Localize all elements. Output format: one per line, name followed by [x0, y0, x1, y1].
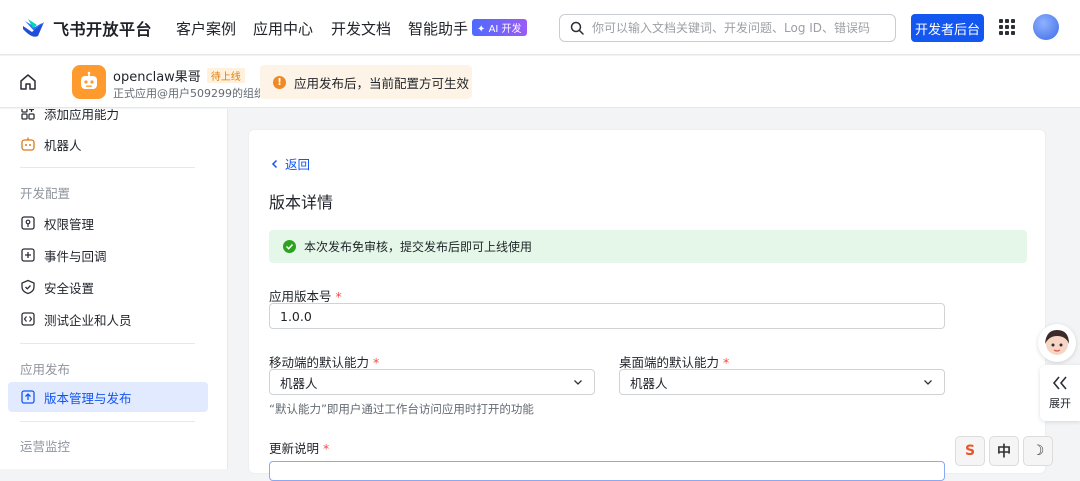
app-avatar[interactable]: [72, 65, 106, 99]
desktop-default-value: 机器人: [630, 375, 668, 391]
code-icon: [20, 311, 36, 327]
sidebar-item-robot[interactable]: 机器人: [8, 129, 208, 159]
default-capability-hint: “默认能力”即用户通过工作台访问应用时打开的功能: [269, 402, 534, 416]
back-link[interactable]: 返回: [269, 154, 310, 173]
sidebar-item-label: 测试企业和人员: [44, 312, 132, 328]
sidebar-item-label: 事件与回调: [44, 248, 107, 264]
check-circle-icon: [283, 240, 296, 253]
publish-notice-text: 应用发布后，当前配置方可生效: [294, 75, 470, 91]
warning-icon: !: [273, 75, 286, 89]
expand-panel-button[interactable]: 展开: [1040, 365, 1080, 421]
sidebar-divider: [20, 167, 195, 168]
sidebar: 添加应用能力 机器人 开发配置 权限管理 事件与回调 安全设置 测试企业和人员 …: [0, 109, 228, 469]
user-avatar[interactable]: [1033, 14, 1059, 40]
back-link-label: 返回: [285, 157, 311, 172]
publish-notice: ! 应用发布后，当前配置方可生效: [260, 65, 472, 99]
moon-icon[interactable]: ☽: [1023, 436, 1053, 466]
sidebar-item-events[interactable]: 事件与回调: [8, 240, 208, 270]
brand-logo[interactable]: 飞书开放平台: [22, 15, 152, 41]
expand-label: 展开: [1049, 397, 1071, 410]
success-banner: 本次发布免审核，提交发布后即可上线使用: [269, 230, 1027, 263]
mobile-default-label-text: 移动端的默认能力: [269, 355, 370, 370]
sidebar-item-security[interactable]: 安全设置: [8, 272, 208, 302]
nav-app-center[interactable]: 应用中心: [253, 18, 313, 39]
robot-icon: [20, 136, 36, 152]
robot-face-icon: [81, 71, 97, 89]
app-organization: 正式应用@用户509299的组织: [113, 87, 265, 100]
assistant-avatar[interactable]: [1038, 324, 1076, 362]
event-icon: [20, 247, 36, 263]
desktop-default-select[interactable]: 机器人: [619, 369, 945, 395]
sogou-ime-icon[interactable]: S: [955, 436, 985, 466]
nav-smart-assistant-label: 智能助手: [408, 20, 469, 38]
version-input-value: 1.0.0: [280, 308, 312, 324]
permission-icon: [20, 215, 36, 231]
sidebar-group-monitoring: 运营监控: [20, 439, 71, 454]
add-capability-icon: [20, 109, 36, 121]
sidebar-item-add-capability[interactable]: 添加应用能力: [8, 109, 208, 128]
mobile-default-select[interactable]: 机器人: [269, 369, 595, 395]
double-chevron-left-icon: [1052, 376, 1067, 390]
ime-toolbar: S 中 ☽: [955, 436, 1053, 466]
search-icon: [570, 21, 584, 35]
app-name[interactable]: openclaw果哥 待上线: [113, 66, 245, 85]
feishu-logo-icon: [23, 19, 44, 37]
search-box[interactable]: [559, 14, 896, 42]
sidebar-item-version-publish[interactable]: 版本管理与发布: [8, 382, 208, 412]
chevron-down-icon: [924, 380, 932, 385]
version-input[interactable]: 1.0.0: [269, 303, 945, 329]
sidebar-item-permissions[interactable]: 权限管理: [8, 208, 208, 238]
required-mark: *: [723, 355, 730, 370]
required-mark: *: [373, 355, 380, 370]
assistant-avatar-icon: [1045, 330, 1069, 355]
chevron-down-icon: [574, 380, 582, 385]
sidebar-item-label: 添加应用能力: [44, 109, 120, 122]
version-field-label-text: 应用版本号: [269, 289, 332, 304]
nav-smart-assistant[interactable]: 智能助手 ✦ AI 开发: [408, 18, 527, 39]
nav-customer-cases[interactable]: 客户案例: [176, 18, 236, 39]
home-icon[interactable]: [19, 73, 37, 91]
page-title: 版本详情: [269, 193, 334, 212]
sidebar-divider: [20, 343, 195, 344]
ime-chinese-mode-button[interactable]: 中: [989, 436, 1019, 466]
required-mark: *: [323, 441, 330, 456]
chevron-left-icon: [271, 159, 278, 168]
sidebar-item-label: 安全设置: [44, 280, 95, 296]
app-name-text: openclaw果哥: [113, 70, 201, 85]
nav-dev-docs[interactable]: 开发文档: [331, 18, 391, 39]
update-notes-textarea[interactable]: [269, 461, 945, 481]
success-banner-text: 本次发布免审核，提交发布后即可上线使用: [304, 240, 533, 254]
upload-icon: [20, 389, 36, 405]
brand-name: 飞书开放平台: [53, 20, 153, 39]
update-notes-label-text: 更新说明: [269, 441, 320, 456]
required-mark: *: [335, 289, 342, 304]
top-navigation-bar: 飞书开放平台 客户案例 应用中心 开发文档 智能助手✦ AI 开发 开发者后台: [0, 0, 1080, 55]
update-notes-label: 更新说明 *: [269, 438, 329, 457]
version-detail-card: 返回 版本详情 本次发布免审核，提交发布后即可上线使用 应用版本号 * 1.0.0…: [248, 129, 1046, 481]
sidebar-item-test-users[interactable]: 测试企业和人员: [8, 304, 208, 334]
sidebar-group-app-publish: 应用发布: [20, 362, 71, 377]
search-input[interactable]: [592, 21, 892, 35]
mobile-default-value: 机器人: [280, 375, 318, 391]
shield-icon: [20, 279, 36, 295]
developer-console-button[interactable]: 开发者后台: [911, 14, 984, 42]
apps-grid-icon[interactable]: [999, 19, 1015, 35]
app-header-bar: openclaw果哥 待上线 正式应用@用户509299的组织 ! 应用发布后，当…: [0, 56, 1080, 108]
sidebar-group-dev-config: 开发配置: [20, 186, 71, 201]
sidebar-divider: [20, 421, 195, 422]
app-status-badge: 待上线: [206, 68, 245, 83]
sidebar-item-label: 权限管理: [44, 216, 95, 232]
sidebar-item-label: 机器人: [44, 137, 82, 153]
ai-dev-badge: ✦ AI 开发: [472, 19, 527, 36]
desktop-default-label-text: 桌面端的默认能力: [619, 355, 720, 370]
sidebar-item-label: 版本管理与发布: [44, 390, 132, 406]
